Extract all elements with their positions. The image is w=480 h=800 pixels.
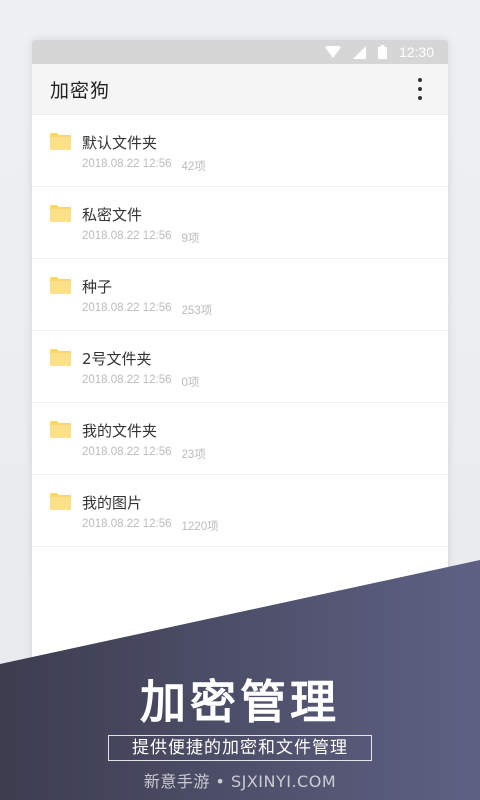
phone-frame: 12:30 加密狗 默认文件夹 2018.08.22 12:56 42项私密文件 20… xyxy=(32,40,448,800)
app-title: 加密狗 xyxy=(50,79,111,102)
folder-name: 2号文件夹 xyxy=(82,350,152,368)
signal-icon xyxy=(352,45,366,59)
app-bar: 加密狗 xyxy=(32,64,448,115)
folder-row[interactable]: 私密文件 2018.08.22 12:56 9项 xyxy=(32,187,448,259)
folder-count: 253项 xyxy=(181,305,213,317)
folder-name: 我的文件夹 xyxy=(82,422,158,440)
folder-date: 2018.08.22 12:56 xyxy=(82,158,172,170)
folder-date: 2018.08.22 12:56 xyxy=(82,446,172,458)
more-vert-icon[interactable] xyxy=(410,76,430,102)
folder-icon xyxy=(50,205,71,222)
folder-icon xyxy=(50,493,71,510)
folder-date: 2018.08.22 12:56 xyxy=(82,230,172,242)
status-bar: 12:30 xyxy=(32,40,448,64)
folder-count: 23项 xyxy=(181,449,206,461)
folder-meta: 2018.08.22 12:56 1220项 xyxy=(82,518,219,534)
folder-date: 2018.08.22 12:56 xyxy=(82,518,172,530)
folder-row[interactable]: 种子 2018.08.22 12:56 253项 xyxy=(32,259,448,331)
folder-list: 默认文件夹 2018.08.22 12:56 42项私密文件 2018.08.22 1… xyxy=(32,115,448,547)
folder-count: 0项 xyxy=(181,377,200,389)
folder-row[interactable]: 默认文件夹 2018.08.22 12:56 42项 xyxy=(32,115,448,187)
screen: 12:30 加密狗 默认文件夹 2018.08.22 12:56 42项私密文件 20… xyxy=(0,0,480,800)
folder-date: 2018.08.22 12:56 xyxy=(82,302,172,314)
folder-meta: 2018.08.22 12:56 9项 xyxy=(82,230,199,246)
battery-icon xyxy=(377,45,387,59)
folder-meta: 2018.08.22 12:56 23项 xyxy=(82,446,206,462)
status-time: 12:30 xyxy=(398,44,434,60)
folder-icon xyxy=(50,133,71,150)
folder-meta: 2018.08.22 12:56 0项 xyxy=(82,374,199,390)
folder-row[interactable]: 2号文件夹 2018.08.22 12:56 0项 xyxy=(32,331,448,403)
folder-count: 9项 xyxy=(181,233,200,245)
folder-count: 1220项 xyxy=(181,521,219,533)
folder-row[interactable]: 我的文件夹 2018.08.22 12:56 23项 xyxy=(32,403,448,475)
folder-icon xyxy=(50,349,71,366)
folder-name: 默认文件夹 xyxy=(82,134,158,152)
folder-row[interactable]: 我的图片 2018.08.22 12:56 1220项 xyxy=(32,475,448,547)
folder-date: 2018.08.22 12:56 xyxy=(82,374,172,386)
wifi-icon xyxy=(324,46,341,58)
folder-icon xyxy=(50,277,71,294)
folder-meta: 2018.08.22 12:56 42项 xyxy=(82,158,206,174)
folder-name: 种子 xyxy=(82,278,113,296)
folder-count: 42项 xyxy=(181,161,206,173)
folder-name: 我的图片 xyxy=(82,494,143,512)
folder-name: 私密文件 xyxy=(82,206,143,224)
folder-meta: 2018.08.22 12:56 253项 xyxy=(82,302,212,318)
folder-icon xyxy=(50,421,71,438)
